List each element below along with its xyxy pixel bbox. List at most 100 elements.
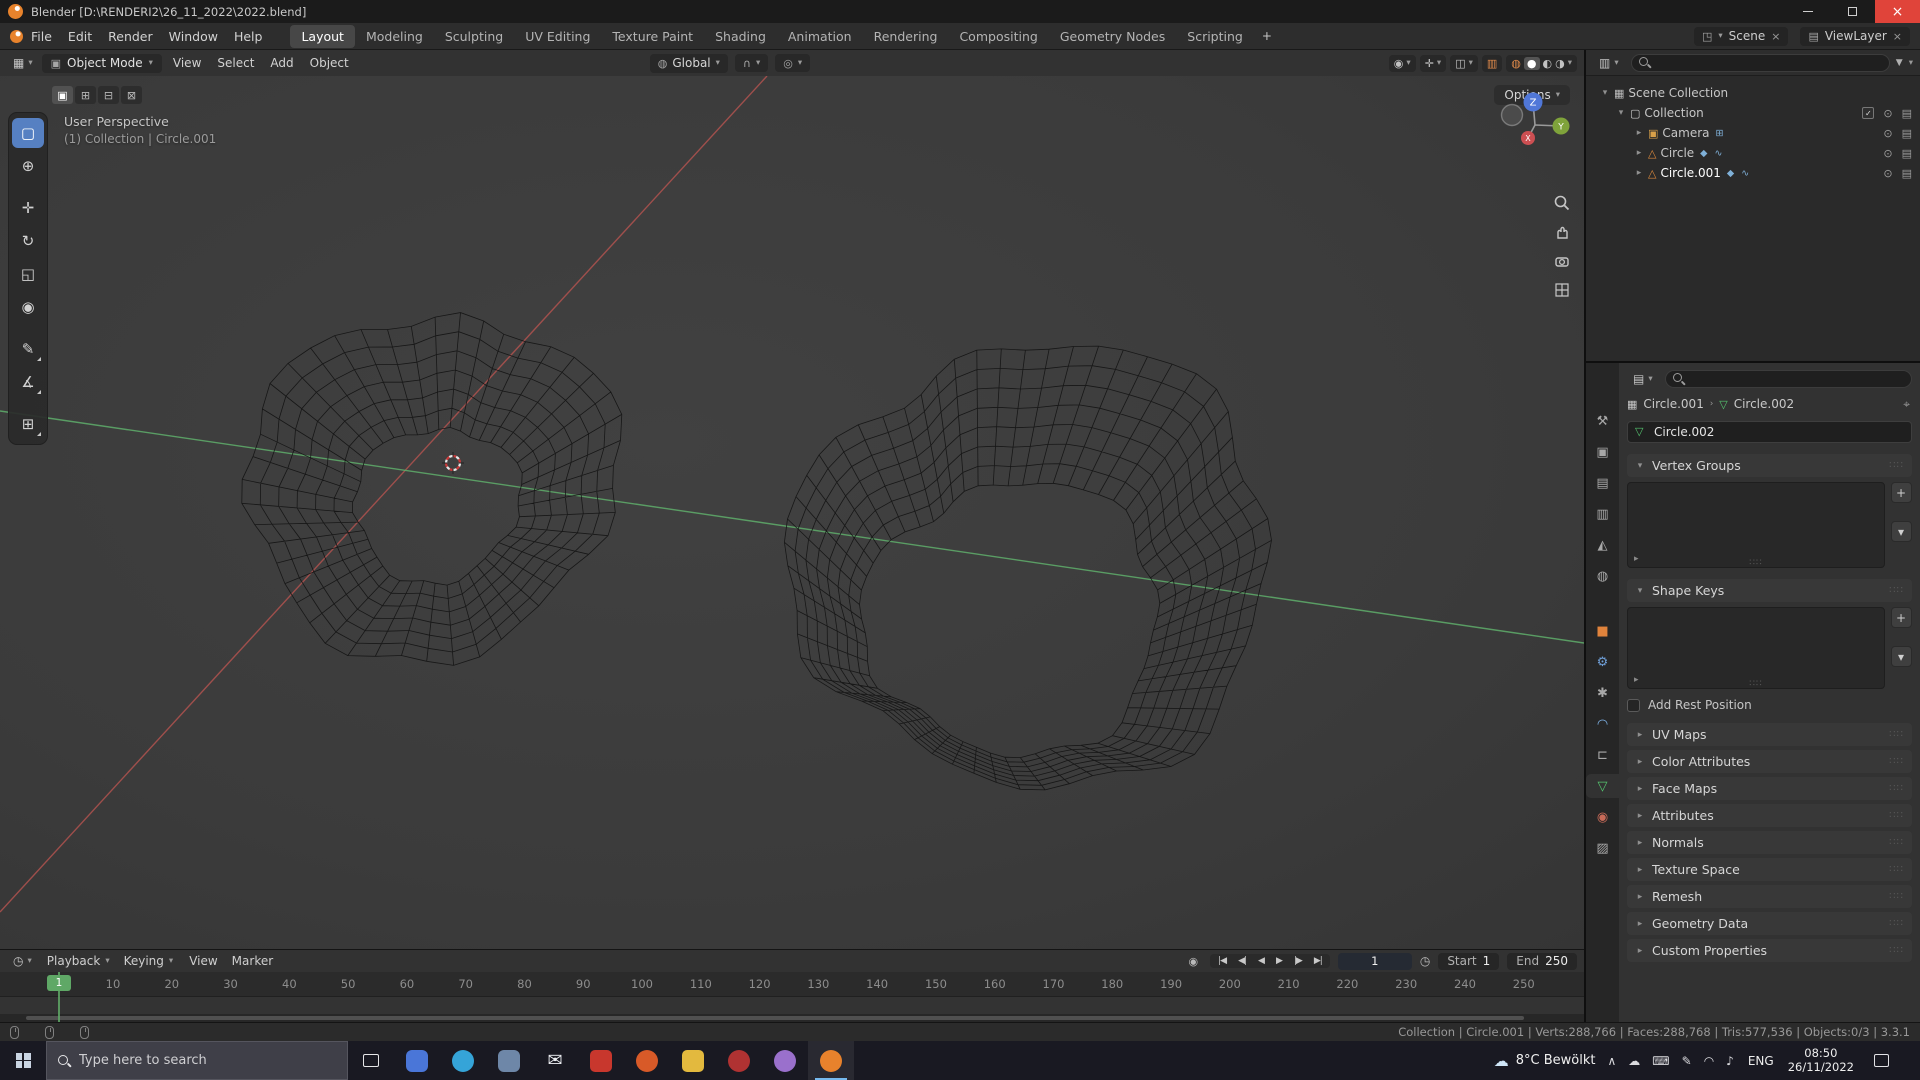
timeline-menu-dropdown[interactable]: Playback ▾	[40, 952, 117, 970]
disable-in-render-icon[interactable]: ▤	[1902, 167, 1912, 180]
taskbar-app-settings[interactable]	[486, 1041, 532, 1080]
add-workspace-button[interactable]: +	[1254, 25, 1280, 47]
taskbar-app-blender[interactable]	[808, 1041, 854, 1080]
shape-keys-list[interactable]: ▸ ∷∷	[1627, 607, 1885, 689]
titlebar[interactable]: Blender [D:\RENDERI2\26_11_2022\2022.ble…	[0, 0, 1920, 23]
taskbar-app-adobe[interactable]	[578, 1041, 624, 1080]
mode-dropdown[interactable]: ▣ Object Mode ▾	[41, 53, 162, 73]
hide-in-viewport-icon[interactable]: ⊙	[1883, 127, 1892, 140]
shading-mode-buttons[interactable]: ◍ ● ◐ ◑ ▾	[1506, 54, 1577, 72]
object-name[interactable]: Camera	[1662, 126, 1709, 140]
play-button[interactable]: ▶	[1270, 955, 1288, 967]
tool-cursor[interactable]: ⊕	[12, 151, 44, 181]
outliner-editor-type-button[interactable]: ▥ ▾	[1593, 54, 1625, 72]
outliner-search-input[interactable]	[1630, 53, 1890, 72]
workspace-tab[interactable]: Animation	[777, 25, 863, 48]
viewport-menu-item[interactable]: Select	[209, 53, 262, 73]
outliner-object-circle[interactable]: ▸ △ Circle ◆ ∿ ⊙ ▤	[1586, 143, 1920, 163]
timeline-editor-type-button[interactable]: ◷ ▾	[7, 952, 38, 970]
hide-in-viewport-icon[interactable]: ⊙	[1883, 167, 1892, 180]
proportional-editing-toggle[interactable]: ◎ ▾	[775, 54, 811, 72]
taskbar-search-input[interactable]	[79, 1053, 336, 1068]
tray-keyboard-icon[interactable]: ⌨	[1652, 1054, 1669, 1068]
xray-toggle[interactable]: ▥	[1481, 54, 1503, 72]
tab-physics[interactable]: ◠	[1586, 712, 1619, 736]
tray-volume-icon[interactable]: ♪	[1726, 1054, 1734, 1068]
outliner-row-scene-collection[interactable]: ▾ ▦ Scene Collection	[1586, 83, 1920, 103]
tab-scene[interactable]: ◭	[1586, 533, 1619, 557]
ortho-grid-icon[interactable]	[1553, 281, 1571, 299]
breadcrumb-object[interactable]: Circle.001	[1643, 397, 1703, 411]
tab-modifiers[interactable]: ⚙	[1586, 650, 1619, 674]
minimize-button[interactable]	[1785, 0, 1830, 23]
tab-material[interactable]: ◉	[1586, 805, 1619, 829]
properties-panel-header[interactable]: ▸ UV Maps ∷∷	[1627, 723, 1912, 746]
list-resize-grip[interactable]: ∷∷	[1749, 679, 1762, 689]
properties-panel-header[interactable]: ▸ Custom Properties ∷∷	[1627, 939, 1912, 962]
vertex-group-specials-button[interactable]: ▾	[1890, 521, 1912, 542]
select-mode-set[interactable]: ▣	[52, 86, 73, 104]
pan-hand-icon[interactable]	[1553, 223, 1571, 241]
show-gizmo-dropdown[interactable]: ✛ ▾	[1419, 54, 1447, 72]
disclosure-icon[interactable]: ▾	[1616, 108, 1626, 118]
unlink-scene-icon[interactable]: ×	[1771, 30, 1780, 43]
tab-tool[interactable]: ⚒	[1586, 409, 1619, 433]
hide-in-viewport-icon[interactable]: ⊙	[1883, 107, 1892, 120]
tab-constraints[interactable]: ⊏	[1586, 743, 1619, 767]
workspace-tab[interactable]: Texture Paint	[601, 25, 704, 48]
preview-range-icon[interactable]: ◷	[1420, 954, 1430, 968]
frame-start-field[interactable]: Start 1	[1438, 952, 1500, 970]
timeline-menu-dropdown[interactable]: Keying ▾	[117, 952, 181, 970]
next-keyframe-button[interactable]: |▶	[1288, 955, 1308, 967]
menubar-menu-item[interactable]: Edit	[60, 26, 100, 47]
language-indicator[interactable]: ENG	[1746, 1054, 1776, 1068]
timeline-menu-item[interactable]: View	[182, 952, 224, 970]
list-expand-icon[interactable]: ▸	[1634, 554, 1639, 564]
viewport-menu-item[interactable]: Add	[262, 53, 301, 73]
taskbar-app-chat[interactable]	[394, 1041, 440, 1080]
viewport-menu-item[interactable]: View	[165, 53, 209, 73]
timeline-ruler[interactable]: 10 20 30 40 50 60 70 80 90 100 110 120 130 140 150 160 1…	[0, 972, 1584, 997]
object-name[interactable]: Circle.001	[1660, 166, 1720, 180]
disable-in-render-icon[interactable]: ▤	[1902, 147, 1912, 160]
notification-center-button[interactable]	[1866, 1054, 1897, 1067]
menubar-menu-item[interactable]: File	[23, 26, 60, 47]
maximize-button[interactable]	[1830, 0, 1875, 23]
taskbar-app-recorder[interactable]	[716, 1041, 762, 1080]
row-label[interactable]: Collection	[1644, 106, 1703, 120]
workspace-tab[interactable]: Modeling	[355, 25, 434, 48]
tab-particles[interactable]: ✱	[1586, 681, 1619, 705]
breadcrumb-data[interactable]: Circle.002	[1734, 397, 1794, 411]
disable-in-render-icon[interactable]: ▤	[1902, 107, 1912, 120]
tab-object[interactable]: ■	[1586, 619, 1619, 643]
editor-type-button[interactable]: ▦ ▾	[7, 54, 39, 72]
object-name[interactable]: Circle	[1660, 146, 1694, 160]
properties-panel-header[interactable]: ▸ Color Attributes ∷∷	[1627, 750, 1912, 773]
select-mode-intersect[interactable]: ⊠	[121, 86, 142, 104]
outliner-object-camera[interactable]: ▸ ▣ Camera ⊞ ⊙ ▤	[1586, 123, 1920, 143]
properties-panel-header[interactable]: ▸ Face Maps ∷∷	[1627, 777, 1912, 800]
properties-editor-type-button[interactable]: ▤ ▾	[1627, 370, 1659, 388]
workspace-tab[interactable]: Rendering	[863, 25, 949, 48]
outliner-object-circle-001[interactable]: ▸ △ Circle.001 ◆ ∿ ⊙ ▤	[1586, 163, 1920, 183]
filter-dropdown-icon[interactable]: ▾	[1909, 58, 1913, 68]
tab-texture[interactable]: ▨	[1586, 836, 1619, 860]
collection-checkbox[interactable]: ✓	[1862, 107, 1875, 119]
taskbar-app-mail[interactable]: ✉	[532, 1041, 578, 1080]
camera-view-icon[interactable]	[1553, 252, 1571, 270]
tool-measure[interactable]: ∡	[12, 367, 44, 397]
workspace-tab[interactable]: Geometry Nodes	[1049, 25, 1176, 48]
add-rest-position-checkbox[interactable]	[1627, 698, 1640, 712]
vertex-groups-panel-header[interactable]: ▾ Vertex Groups ∷∷	[1627, 454, 1912, 477]
blender-logo-icon[interactable]	[10, 29, 23, 43]
workspace-tab[interactable]: Shading	[704, 25, 777, 48]
tab-world[interactable]: ◍	[1586, 564, 1619, 588]
clock[interactable]: 08:50 26/11/2022	[1788, 1046, 1854, 1074]
jump-end-button[interactable]: ▶|	[1308, 955, 1328, 967]
timeline-scrollbar[interactable]	[0, 1014, 1584, 1022]
workspace-tab[interactable]: UV Editing	[514, 25, 601, 48]
wireframe-mesh[interactable]	[241, 312, 623, 666]
disclosure-icon[interactable]: ▸	[1634, 168, 1644, 178]
auto-keying-button[interactable]: ◉	[1185, 955, 1203, 968]
list-expand-icon[interactable]: ▸	[1634, 675, 1639, 685]
